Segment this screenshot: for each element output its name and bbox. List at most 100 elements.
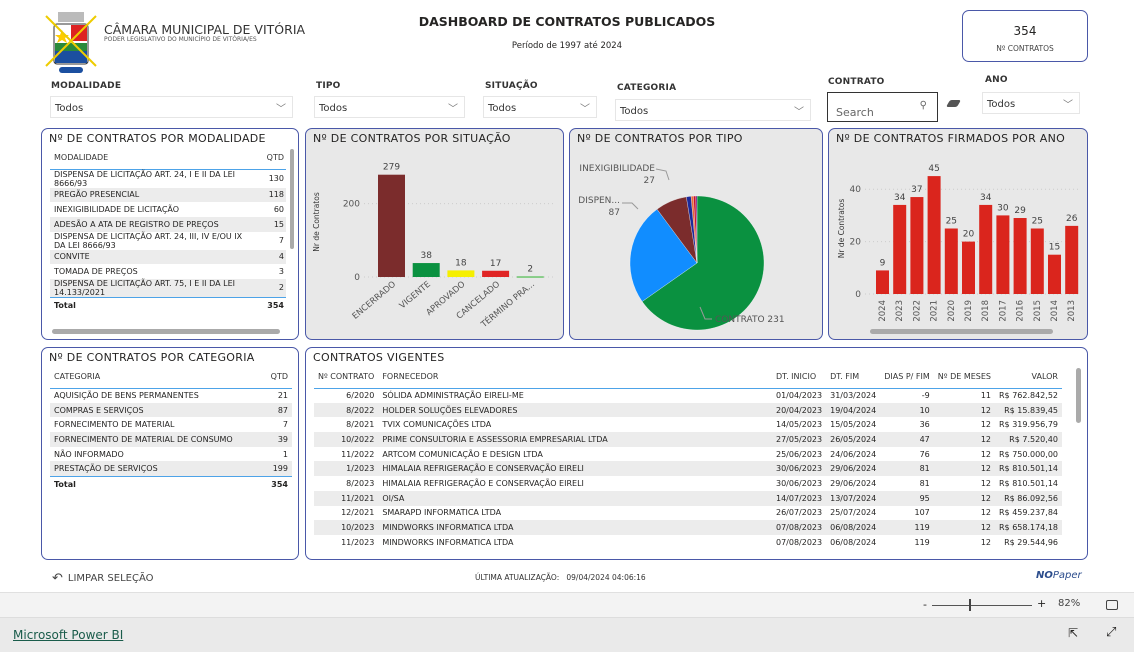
table-row[interactable]: CONVITE 4 — [50, 249, 286, 265]
column-header[interactable]: VALOR — [995, 366, 1062, 389]
data-label: 15 — [1049, 243, 1060, 253]
column-header[interactable]: QTD — [258, 147, 286, 170]
data-label: 26 — [1066, 214, 1078, 224]
categoria-dropdown[interactable]: Todos ﹀ — [615, 99, 811, 121]
table-row[interactable]: ADESÃO A ATA DE REGISTRO DE PREÇOS 15 — [50, 216, 286, 232]
table-cell: 11/2022 — [341, 449, 375, 459]
situacao-dropdown[interactable]: Todos ﹀ — [483, 96, 597, 118]
bar[interactable] — [962, 241, 975, 294]
ano-dropdown[interactable]: Todos ﹀ — [982, 92, 1080, 114]
table-row[interactable]: 8/2021 TVIX COMUNICAÇÕES LTDA 14/05/2023 15… — [314, 417, 1062, 432]
bar[interactable] — [876, 270, 889, 294]
table-cell: 12 — [933, 461, 995, 477]
zoom-in-button[interactable]: + — [1037, 597, 1046, 610]
column-header[interactable]: DT. INICIO — [772, 366, 827, 389]
total-row[interactable]: Total 354 — [50, 296, 286, 314]
bar[interactable] — [516, 276, 544, 278]
bar[interactable] — [1013, 218, 1027, 294]
powerbi-link[interactable]: Microsoft Power BI — [13, 628, 123, 642]
table-row[interactable]: 10/2022 PRIME CONSULTORIA E ASSESSORIA EM… — [314, 432, 1062, 447]
table-row[interactable]: AQUISIÇÃO DE BENS PERMANENTES 21 — [50, 388, 292, 403]
horizontal-scrollbar[interactable] — [870, 329, 1053, 334]
bar[interactable] — [378, 174, 405, 277]
zoom-out-button[interactable]: - — [923, 598, 927, 611]
column-header[interactable]: FORNECEDOR — [378, 366, 772, 389]
contratos-vigentes-panel: CONTRATOS VIGENTES Nº CONTRATO FORNECEDOR… — [305, 347, 1088, 560]
fullscreen-icon[interactable]: ⤢ — [1106, 625, 1116, 640]
contrato-search-input[interactable]: Search ⚲ — [827, 92, 938, 122]
table-row[interactable]: FORNECIMENTO DE MATERIAL 7 — [50, 417, 292, 432]
column-header[interactable]: Nº CONTRATO — [314, 366, 379, 389]
total-row[interactable]: Total 354 — [50, 475, 292, 493]
table-row[interactable]: 11/2022 ARTCOM COMUNICAÇÃO E DESIGN LTDA 2… — [314, 447, 1062, 462]
table-row[interactable]: 8/2023 HIMALAIA REFRIGERAÇÃO E CONSERVAÇÃ… — [314, 476, 1062, 491]
eraser-icon[interactable] — [945, 100, 962, 107]
zoom-slider[interactable] — [932, 605, 1032, 606]
org-subtitle: PODER LEGISLATIVO DO MUNICÍPIO DE VITÓRI… — [104, 36, 257, 43]
bar[interactable] — [482, 270, 510, 277]
x-tick-label: 2015 — [1033, 300, 1043, 322]
vertical-scrollbar[interactable] — [290, 149, 294, 249]
table-cell: Total — [50, 296, 258, 314]
last-update-value: 09/04/2024 04:06:16 — [566, 573, 646, 582]
zoom-slider-thumb[interactable] — [969, 599, 971, 611]
table-row[interactable]: DISPENSA DE LICITAÇÃO ART. 24, I E II DA… — [50, 169, 286, 188]
situacao-label: SITUAÇÃO — [485, 81, 538, 91]
table-cell: 30/06/2023 — [776, 478, 823, 488]
share-icon[interactable]: ⇱ — [1068, 626, 1078, 640]
table-row[interactable]: 6/2020 SÓLIDA ADMINISTRAÇÃO EIRELI-ME 01/0… — [314, 388, 1062, 403]
table-row[interactable]: 12/2021 SMARAPD INFORMATICA LTDA 26/07/202… — [314, 506, 1062, 521]
bar[interactable] — [1065, 225, 1079, 294]
tipo-dropdown[interactable]: Todos ﹀ — [314, 96, 465, 118]
horizontal-scrollbar[interactable] — [52, 329, 280, 334]
clear-selection-button[interactable]: ↶ LIMPAR SELEÇÃO — [52, 571, 154, 586]
table-cell: 06/08/2024 — [830, 537, 877, 547]
column-header[interactable]: Nº DE MESES — [933, 366, 995, 389]
table-cell: 130 — [268, 174, 284, 183]
categoria-label: CATEGORIA — [617, 83, 677, 93]
column-header[interactable]: CATEGORIA — [50, 366, 264, 389]
table-cell: 10 — [880, 402, 934, 418]
table-cell: 81 — [880, 461, 934, 477]
bar[interactable] — [412, 263, 440, 277]
table-row[interactable]: 1/2023 HIMALAIA REFRIGERAÇÃO E CONSERVAÇÃ… — [314, 461, 1062, 477]
table-row[interactable]: FORNECIMENTO DE MATERIAL DE CONSUMO 39 — [50, 432, 292, 447]
table-row[interactable]: NÃO INFORMADO 1 — [50, 447, 292, 462]
bar[interactable] — [893, 204, 907, 294]
table-row[interactable]: TOMADA DE PREÇOS 3 — [50, 264, 286, 279]
column-header[interactable]: DIAS P/ FIM — [880, 366, 934, 389]
table-cell: 8/2023 — [346, 478, 375, 488]
x-tick-label: 2022 — [912, 300, 922, 322]
table-row[interactable]: DISPENSA DE LICITAÇÃO ART. 75, I E II DA… — [50, 278, 286, 298]
fit-to-page-icon[interactable] — [1106, 600, 1118, 610]
bar[interactable] — [447, 270, 475, 277]
table-row[interactable]: INEXIGIBILIDADE DE LICITAÇÃO 60 — [50, 202, 286, 217]
modalidade-dropdown[interactable]: Todos ﹀ — [50, 96, 293, 118]
table-row[interactable]: 10/2023 MINDWORKS INFORMATICA LTDA 07/08/2… — [314, 520, 1062, 535]
table-cell: 19/04/2024 — [826, 402, 881, 418]
table-row[interactable]: PRESTAÇÃO DE SERVIÇOS 199 — [50, 461, 292, 477]
search-icon: ⚲ — [919, 100, 927, 111]
table-cell: 01/04/2023 — [776, 391, 823, 401]
table-row[interactable]: COMPRAS E SERVIÇOS 87 — [50, 402, 292, 418]
bar[interactable] — [979, 204, 993, 294]
table-cell: 199 — [263, 461, 292, 477]
table-row[interactable]: 11/2021 OI/SA 14/07/2023 13/07/2024 95 12 R$ 8… — [314, 490, 1062, 506]
bar[interactable] — [1030, 228, 1044, 295]
bar[interactable] — [1048, 254, 1061, 294]
column-header[interactable]: MODALIDADE — [50, 147, 258, 170]
vertical-scrollbar[interactable] — [1076, 368, 1081, 423]
bar[interactable] — [910, 197, 924, 294]
column-header[interactable]: DT. FIM — [826, 366, 881, 389]
table-row[interactable]: PREGÃO PRESENCIAL 118 — [50, 187, 286, 203]
bar[interactable] — [996, 215, 1010, 294]
column-header[interactable]: QTD — [263, 366, 292, 389]
bar[interactable] — [927, 176, 941, 294]
modalidade-table-panel: Nº DE CONTRATOS POR MODALIDADE MODALIDAD… — [41, 128, 299, 340]
table-cell: 354 — [263, 475, 292, 493]
table-cell: SMARAPD INFORMATICA LTDA — [382, 508, 502, 518]
table-row[interactable]: DISPENSA DE LICITAÇÃO ART. 24, III, IV E… — [50, 232, 286, 250]
bar[interactable] — [944, 228, 958, 295]
table-row[interactable]: 11/2023 MINDWORKS INFORMATICA LTDA 07/08/2… — [314, 535, 1062, 550]
table-row[interactable]: 8/2022 HOLDER SOLUÇÕES ELEVADORES 20/04/20… — [314, 402, 1062, 418]
